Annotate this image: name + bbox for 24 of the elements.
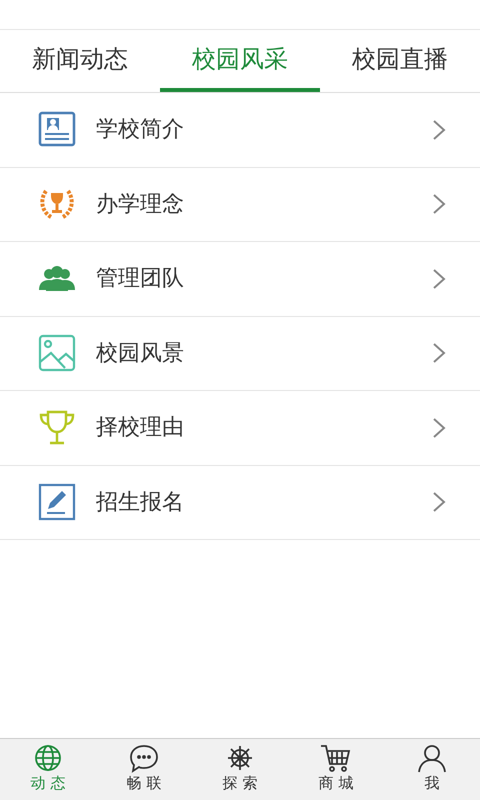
group-icon (39, 266, 75, 291)
tab[interactable]: 新闻动态 (0, 30, 160, 92)
chevron-right-icon (433, 344, 446, 363)
nav-item[interactable]: 我 (384, 739, 480, 800)
nav-item[interactable]: 畅 联 (96, 739, 192, 800)
trophy-icon (40, 189, 74, 220)
nav-item[interactable]: 动 态 (0, 739, 96, 800)
edit-icon (38, 484, 76, 520)
nav-item[interactable]: 探 索 (192, 739, 288, 800)
chevron-right-icon (433, 418, 446, 438)
ship-wheel-icon (227, 745, 253, 771)
user-icon (418, 745, 446, 772)
chevron-right-icon (433, 194, 446, 214)
tab[interactable]: 校园直播 (320, 30, 480, 92)
image-icon (38, 335, 76, 372)
chat-icon (130, 745, 158, 772)
globe-icon (35, 745, 61, 771)
nav-item[interactable]: 商 城 (288, 739, 384, 800)
chevron-right-icon (433, 269, 446, 288)
cart-icon (320, 745, 350, 772)
trophy-icon (40, 410, 74, 444)
chevron-right-icon (433, 120, 446, 140)
chevron-right-icon (433, 492, 446, 512)
profile-card-icon (38, 112, 76, 146)
